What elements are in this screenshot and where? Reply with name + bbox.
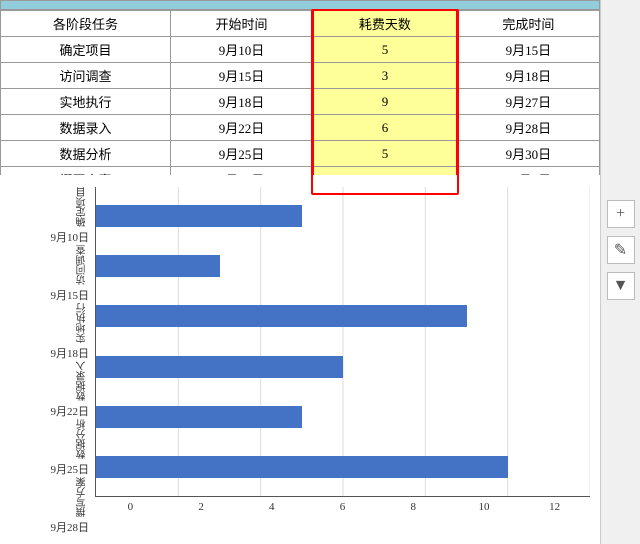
y-axis-label: 确定项目 9月10日 — [51, 187, 90, 245]
y-label-task: 实地执行 — [77, 303, 89, 343]
table-row: 数据分析9月25日59月30日 — [1, 141, 600, 167]
chart-content: 撰写方案9月28日数据分析9月25日数据录入9月22日实地执行9月18日访问调查… — [0, 187, 600, 497]
x-axis-tick: 6 — [307, 501, 378, 513]
cell-0-2: 5 — [313, 37, 457, 63]
y-label-date: 9月10日 — [51, 229, 90, 245]
col-header-task: 各阶段任务 — [1, 11, 171, 37]
bar-row — [96, 349, 590, 385]
cell-0-1: 9月10日 — [170, 37, 313, 63]
bar-row — [96, 399, 590, 435]
cell-3-2: 6 — [313, 115, 457, 141]
cell-2-1: 9月18日 — [170, 89, 313, 115]
add-button[interactable]: + — [607, 200, 635, 228]
cell-0-3: 9月15日 — [457, 37, 600, 63]
y-axis-labels: 撰写方案9月28日数据分析9月25日数据录入9月22日实地执行9月18日访问调查… — [10, 187, 95, 497]
table-row: 访问调查9月15日39月18日 — [1, 63, 600, 89]
cell-1-1: 9月15日 — [170, 63, 313, 89]
y-label-date: 9月22日 — [51, 403, 90, 419]
table-row: 确定项目9月10日59月15日 — [1, 37, 600, 63]
y-label-date: 9月28日 — [51, 519, 90, 535]
x-axis-tick: 12 — [519, 501, 590, 513]
right-panel: + ✎ ▼ — [600, 0, 640, 544]
y-label-task: 数据分析 — [77, 419, 89, 459]
cell-1-2: 3 — [313, 63, 457, 89]
y-label-task: 访问调查 — [77, 245, 89, 285]
x-axis-tick: 10 — [449, 501, 520, 513]
bar-row — [96, 449, 590, 485]
x-axis-tick: 8 — [378, 501, 449, 513]
y-label-task: 确定项目 — [77, 187, 89, 227]
cell-1-3: 9月18日 — [457, 63, 600, 89]
filter-button[interactable]: ▼ — [607, 272, 635, 300]
cell-3-3: 9月28日 — [457, 115, 600, 141]
x-axis-tick: 4 — [236, 501, 307, 513]
table-row: 实地执行9月18日99月27日 — [1, 89, 600, 115]
x-axis-tick: 2 — [166, 501, 237, 513]
bar-row — [96, 248, 590, 284]
col-header-end: 完成时间 — [457, 11, 600, 37]
bar-row — [96, 298, 590, 334]
x-axis: 024681012 — [85, 497, 600, 513]
y-label-task: 撰写方案 — [77, 477, 89, 517]
y-axis-label: 撰写方案 9月28日 — [51, 477, 90, 535]
cell-3-0: 数据录入 — [1, 115, 171, 141]
chart-area: 撰写方案 9月28日 数据分析 9月25日 数据录入 9月22日 实地执行 9月18日 访问调查… — [0, 175, 600, 535]
cell-4-0: 数据分析 — [1, 141, 171, 167]
bar — [96, 305, 467, 327]
bar — [96, 356, 343, 378]
y-label-task: 数据录入 — [77, 361, 89, 401]
col-header-days: 耗费天数 — [313, 11, 457, 37]
cell-4-3: 9月30日 — [457, 141, 600, 167]
cell-4-1: 9月25日 — [170, 141, 313, 167]
data-table: 各阶段任务 开始时间 耗费天数 完成时间 确定项目9月10日59月15日访问调查… — [0, 10, 600, 193]
cell-1-0: 访问调查 — [1, 63, 171, 89]
x-axis-tick: 0 — [95, 501, 166, 513]
cell-2-0: 实地执行 — [1, 89, 171, 115]
spreadsheet: 各阶段任务 开始时间 耗费天数 完成时间 确定项目9月10日59月15日访问调查… — [0, 0, 600, 193]
bars-container — [95, 187, 590, 497]
chart-title — [0, 175, 600, 187]
cell-3-1: 9月22日 — [170, 115, 313, 141]
edit-button[interactable]: ✎ — [607, 236, 635, 264]
table-row: 数据录入9月22日69月28日 — [1, 115, 600, 141]
table-title — [0, 0, 600, 10]
cell-2-3: 9月27日 — [457, 89, 600, 115]
y-axis-label: 数据录入 9月22日 — [51, 361, 90, 419]
bar — [96, 406, 302, 428]
cell-0-0: 确定项目 — [1, 37, 171, 63]
y-label-date: 9月15日 — [51, 287, 90, 303]
bar — [96, 205, 302, 227]
y-axis-label: 实地执行 9月18日 — [51, 303, 90, 361]
col-header-start: 开始时间 — [170, 11, 313, 37]
bar — [96, 255, 220, 277]
bar — [96, 456, 508, 478]
y-label-date: 9月25日 — [51, 461, 90, 477]
cell-2-2: 9 — [313, 89, 457, 115]
y-label-date: 9月18日 — [51, 345, 90, 361]
y-axis-label: 数据分析 9月25日 — [51, 419, 90, 477]
bar-row — [96, 198, 590, 234]
y-axis-label: 访问调查 9月15日 — [51, 245, 90, 303]
cell-4-2: 5 — [313, 141, 457, 167]
table-header-row: 各阶段任务 开始时间 耗费天数 完成时间 — [1, 11, 600, 37]
